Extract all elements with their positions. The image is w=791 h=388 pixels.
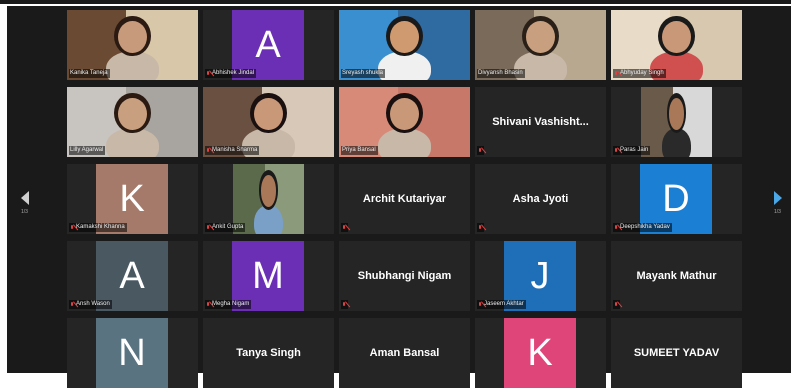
muted-mic-icon	[478, 301, 482, 308]
participant-name: Manisha Sharma	[212, 147, 258, 153]
participant-name: Ankit Gupta	[212, 224, 244, 230]
participant-tile[interactable]: Ankit Gupta	[203, 164, 334, 234]
participant-name: Abhyuday Singh	[620, 70, 664, 76]
participant-tile[interactable]: Shivani Vashisht...	[475, 87, 606, 157]
participant-name-label: Ansh Wason	[69, 300, 112, 309]
participant-grid: Kanika Taneja A Abhishek Jindal Sreyash shu…	[67, 10, 745, 388]
muted-mic-icon	[614, 301, 618, 308]
muted-mic-icon	[614, 224, 618, 231]
participant-display-name: Asha Jyoti	[512, 193, 569, 205]
participant-video	[641, 87, 712, 157]
participant-tile[interactable]: SUMEET YADAV	[611, 318, 742, 388]
participant-tile[interactable]: Manisha Sharma	[203, 87, 334, 157]
participant-name-label	[477, 223, 484, 232]
participant-name-label: Deepshikha Yadav	[613, 223, 672, 232]
participant-name: Kanika Taneja	[70, 70, 108, 76]
participant-name-label: Lilly Agarwal	[69, 146, 106, 155]
participant-tile[interactable]: Tanya Singh	[203, 318, 334, 388]
participant-display-name: Shivani Vashisht...	[492, 116, 589, 128]
participant-name-label	[341, 223, 348, 232]
participant-name-label	[477, 146, 484, 155]
participant-name: Abhishek Jindal	[212, 70, 255, 76]
participant-tile[interactable]: Aman Bansal	[339, 318, 470, 388]
participant-tile[interactable]: N	[67, 318, 198, 388]
next-page-button[interactable]: 1/3	[774, 191, 791, 221]
muted-mic-icon	[206, 224, 210, 231]
participant-name: Divyansh Bhasin	[478, 70, 523, 76]
participant-tile[interactable]: Archit Kutariyar	[339, 164, 470, 234]
muted-mic-icon	[206, 70, 210, 77]
page-indicator-left: 1/3	[21, 209, 28, 215]
muted-mic-icon	[478, 147, 482, 154]
participant-name: Jaseem Akhtar	[484, 301, 524, 307]
meeting-gallery-view: 1/3 1/3 Kanika Taneja A Abhishek Jindal Sre…	[7, 6, 791, 388]
participant-display-name: SUMEET YADAV	[633, 347, 720, 359]
participant-tile[interactable]: D Deepshikha Yadav	[611, 164, 742, 234]
participant-name-label: Megha Nigam	[205, 300, 252, 309]
participant-tile[interactable]: M Megha Nigam	[203, 241, 334, 311]
participant-name: Deepshikha Yadav	[620, 224, 670, 230]
participant-tile[interactable]: Asha Jyoti	[475, 164, 606, 234]
participant-tile[interactable]: Sreyash shukla	[339, 10, 470, 80]
participant-tile[interactable]: Abhyuday Singh	[611, 10, 742, 80]
participant-name-label	[613, 300, 620, 309]
participant-name-label: Divyansh Bhasin	[477, 69, 525, 78]
participant-name-label: Paras Jain	[613, 146, 651, 155]
participant-tile[interactable]: Priya Bansal	[339, 87, 470, 157]
participant-tile[interactable]: Lilly Agarwal	[67, 87, 198, 157]
muted-mic-icon	[342, 224, 346, 231]
participant-tile[interactable]: Shubhangi Nigam	[339, 241, 470, 311]
muted-mic-icon	[614, 70, 618, 77]
participant-name-label: Kamakshi Khanna	[69, 223, 127, 232]
page-indicator-right: 1/3	[774, 209, 781, 215]
muted-mic-icon	[206, 147, 210, 154]
participant-display-name: Mayank Mathur	[636, 270, 717, 282]
chevron-right-icon	[774, 191, 782, 205]
window-top-bar	[0, 0, 791, 4]
chevron-left-icon	[21, 191, 29, 205]
participant-name: Megha Nigam	[212, 301, 250, 307]
participant-name-label: Abhishek Jindal	[205, 69, 257, 78]
muted-mic-icon	[342, 301, 346, 308]
participant-name-label: Priya Bansal	[341, 146, 378, 155]
participant-name: Ansh Wason	[76, 301, 110, 307]
participant-tile[interactable]: Paras Jain	[611, 87, 742, 157]
participant-name-label: Manisha Sharma	[205, 146, 260, 155]
participant-tile[interactable]: Divyansh Bhasin	[475, 10, 606, 80]
participant-name-label: Abhyuday Singh	[613, 69, 666, 78]
previous-page-button[interactable]: 1/3	[21, 191, 41, 221]
participant-tile[interactable]: J Jaseem Akhtar	[475, 241, 606, 311]
participant-display-name: Aman Bansal	[369, 347, 440, 359]
participant-name: Lilly Agarwal	[70, 147, 104, 153]
avatar: K	[504, 318, 576, 388]
participant-name-label: Jaseem Akhtar	[477, 300, 526, 309]
muted-mic-icon	[478, 224, 482, 231]
avatar: N	[96, 318, 168, 388]
participant-name: Paras Jain	[620, 147, 649, 153]
muted-mic-icon	[70, 224, 74, 231]
participant-display-name: Tanya Singh	[236, 347, 301, 359]
participant-tile[interactable]: A Abhishek Jindal	[203, 10, 334, 80]
participant-name-label	[341, 300, 348, 309]
participant-name: Sreyash shukla	[342, 70, 384, 76]
participant-name: Priya Bansal	[342, 147, 376, 153]
participant-name-label: Ankit Gupta	[205, 223, 246, 232]
participant-name: Kamakshi Khanna	[76, 224, 125, 230]
participant-tile[interactable]: K	[475, 318, 606, 388]
participant-tile[interactable]: A Ansh Wason	[67, 241, 198, 311]
participant-display-name: Shubhangi Nigam	[357, 270, 452, 282]
participant-name-label: Kanika Taneja	[69, 69, 110, 78]
participant-tile[interactable]: Mayank Mathur	[611, 241, 742, 311]
participant-name-label: Sreyash shukla	[341, 69, 386, 78]
muted-mic-icon	[614, 147, 618, 154]
muted-mic-icon	[70, 301, 74, 308]
muted-mic-icon	[206, 301, 210, 308]
participant-display-name: Archit Kutariyar	[362, 193, 447, 205]
participant-tile[interactable]: Kanika Taneja	[67, 10, 198, 80]
participant-tile[interactable]: K Kamakshi Khanna	[67, 164, 198, 234]
